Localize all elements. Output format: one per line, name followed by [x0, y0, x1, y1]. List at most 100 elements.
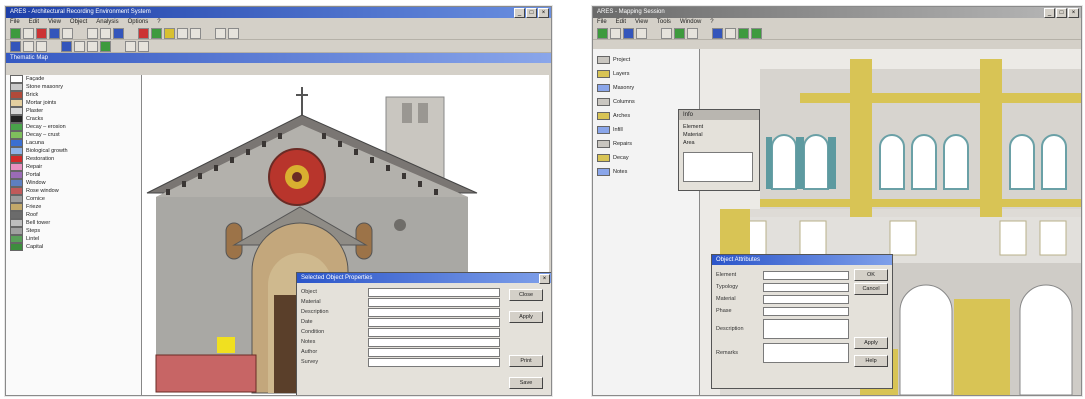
toolbar-button[interactable]	[10, 40, 21, 52]
apply-button[interactable]: Apply	[854, 337, 888, 349]
toolbar-button[interactable]	[36, 27, 47, 39]
legend-item[interactable]: Bell tower	[6, 219, 141, 227]
toolbar-button[interactable]	[23, 27, 34, 39]
field-input[interactable]	[368, 357, 500, 367]
field-input[interactable]	[368, 317, 500, 327]
menu-item[interactable]: Edit	[29, 18, 39, 27]
legend-item[interactable]: Restoration	[6, 155, 141, 163]
close-dialog-button[interactable]: Close	[509, 289, 543, 301]
legend-item[interactable]: Capital	[6, 243, 141, 251]
minimize-button[interactable]: _	[1044, 8, 1055, 18]
legend-item[interactable]: Façade	[6, 75, 141, 83]
toolbar-button[interactable]	[100, 40, 111, 52]
toolbar-button[interactable]	[138, 27, 149, 39]
menu-item[interactable]: File	[10, 18, 20, 27]
legend-item[interactable]: Stone masonry	[6, 83, 141, 91]
minimize-button[interactable]: _	[514, 8, 525, 18]
legend-item[interactable]: Window	[6, 179, 141, 187]
legend-item[interactable]: Lacuna	[6, 139, 141, 147]
menu-item[interactable]: View	[635, 18, 648, 27]
help-button[interactable]: Help	[854, 355, 888, 367]
menu-item[interactable]: File	[597, 18, 607, 27]
legend-item[interactable]: Brick	[6, 91, 141, 99]
menu-item[interactable]: Analysis	[96, 18, 118, 27]
toolbar-button[interactable]	[674, 27, 685, 39]
menu-item[interactable]: ?	[157, 18, 160, 27]
legend-item[interactable]: Frieze	[6, 203, 141, 211]
cancel-button[interactable]: Cancel	[854, 283, 888, 295]
toolbar-button[interactable]	[190, 27, 201, 39]
toolbar-button[interactable]	[751, 27, 762, 39]
field-input[interactable]	[368, 297, 500, 307]
toolbar-button[interactable]	[87, 27, 98, 39]
field-input[interactable]	[368, 347, 500, 357]
legend-item[interactable]: Portal	[6, 171, 141, 179]
legend-item[interactable]: Steps	[6, 227, 141, 235]
menu-item[interactable]: ?	[710, 18, 713, 27]
legend-item[interactable]: Lintel	[6, 235, 141, 243]
toolbar-button[interactable]	[10, 27, 21, 39]
legend-item[interactable]: Plaster	[6, 107, 141, 115]
field-input[interactable]	[368, 287, 500, 297]
close-button[interactable]: ×	[1068, 8, 1079, 18]
field-input[interactable]	[763, 282, 849, 292]
tree-item[interactable]: Columns	[593, 95, 699, 109]
print-button[interactable]: Print	[509, 355, 543, 367]
legend-item[interactable]: Biological growth	[6, 147, 141, 155]
toolbar-button[interactable]	[687, 27, 698, 39]
tree-item[interactable]: Masonry	[593, 81, 699, 95]
tree-item[interactable]: Layers	[593, 67, 699, 81]
field-input[interactable]	[763, 306, 849, 316]
toolbar-button[interactable]	[138, 40, 149, 52]
apply-button[interactable]: Apply	[509, 311, 543, 323]
toolbar-button[interactable]	[36, 40, 47, 52]
toolbar-button[interactable]	[215, 27, 226, 39]
field-input[interactable]	[368, 307, 500, 317]
toolbar-button[interactable]	[725, 27, 736, 39]
tree-item[interactable]: Project	[593, 53, 699, 67]
legend-item[interactable]: Mortar joints	[6, 99, 141, 107]
menu-item[interactable]: Window	[680, 18, 701, 27]
field-input[interactable]	[763, 270, 849, 280]
close-icon[interactable]: ×	[539, 274, 550, 284]
toolbar-button[interactable]	[61, 40, 72, 52]
field-input[interactable]	[368, 327, 500, 337]
legend-item[interactable]: Rose window	[6, 187, 141, 195]
toolbar-button[interactable]	[151, 27, 162, 39]
toolbar-button[interactable]	[49, 27, 60, 39]
toolbar-button[interactable]	[74, 40, 85, 52]
legend-item[interactable]: Decay – crust	[6, 131, 141, 139]
field-input[interactable]	[763, 343, 849, 363]
save-button[interactable]: Save	[509, 377, 543, 389]
menu-item[interactable]: Object	[70, 18, 87, 27]
legend-item[interactable]: Repair	[6, 163, 141, 171]
toolbar-button[interactable]	[661, 27, 672, 39]
menu-item[interactable]: Options	[128, 18, 149, 27]
maximize-button[interactable]: □	[1056, 8, 1067, 18]
toolbar-button[interactable]	[164, 27, 175, 39]
toolbar-button[interactable]	[610, 27, 621, 39]
toolbar-button[interactable]	[738, 27, 749, 39]
toolbar-button[interactable]	[62, 27, 73, 39]
toolbar-button[interactable]	[113, 27, 124, 39]
toolbar-button[interactable]	[636, 27, 647, 39]
toolbar-button[interactable]	[125, 40, 136, 52]
legend-item[interactable]: Cracks	[6, 115, 141, 123]
legend-item[interactable]: Cornice	[6, 195, 141, 203]
legend-item[interactable]: Roof	[6, 211, 141, 219]
field-input[interactable]	[763, 294, 849, 304]
toolbar-button[interactable]	[23, 40, 34, 52]
toolbar-button[interactable]	[712, 27, 723, 39]
menu-item[interactable]: View	[48, 18, 61, 27]
menu-item[interactable]: Edit	[616, 18, 626, 27]
toolbar-button[interactable]	[228, 27, 239, 39]
ok-button[interactable]: OK	[854, 269, 888, 281]
toolbar-button[interactable]	[100, 27, 111, 39]
field-input[interactable]	[368, 337, 500, 347]
toolbar-button[interactable]	[597, 27, 608, 39]
menu-item[interactable]: Tools	[657, 18, 671, 27]
maximize-button[interactable]: □	[526, 8, 537, 18]
toolbar-button[interactable]	[177, 27, 188, 39]
toolbar-button[interactable]	[87, 40, 98, 52]
toolbar-button[interactable]	[623, 27, 634, 39]
